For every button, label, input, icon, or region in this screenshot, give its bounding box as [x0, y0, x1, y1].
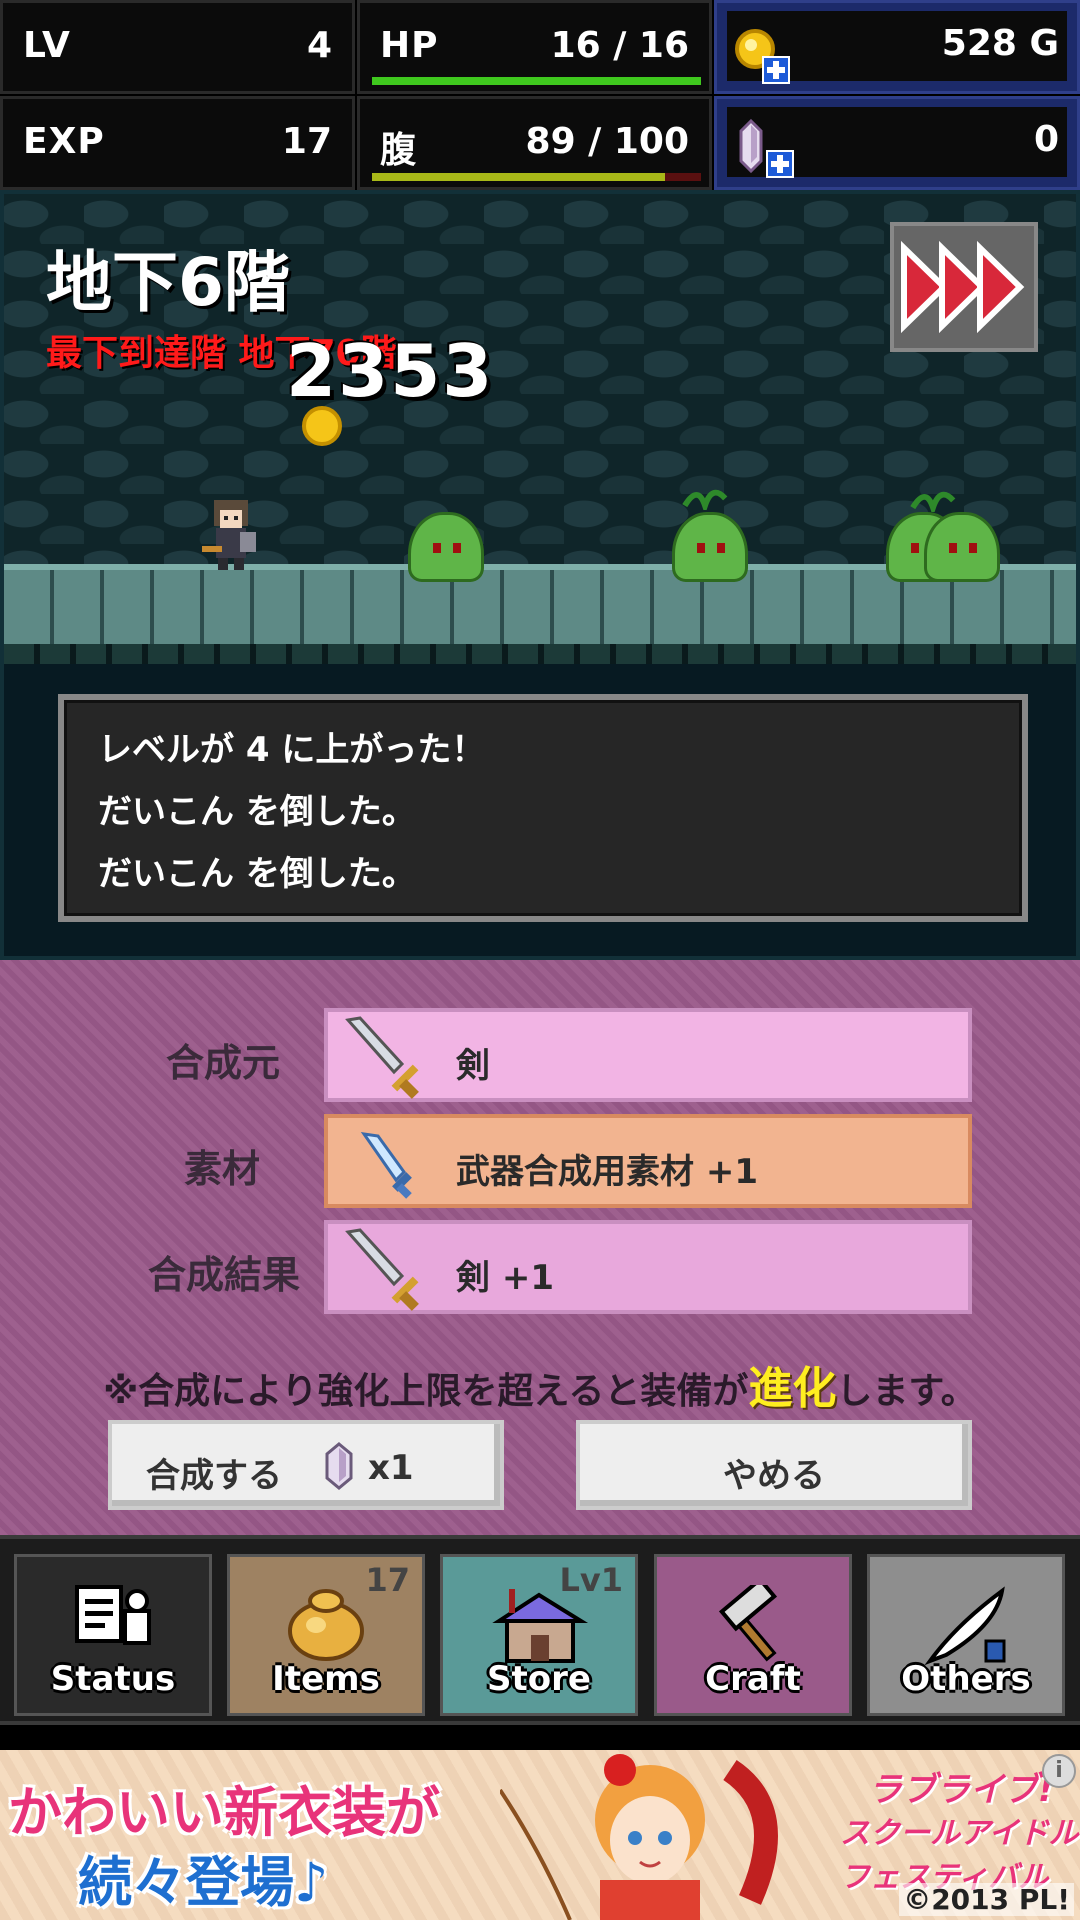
radish-enemy	[672, 512, 748, 582]
radish-leaf	[682, 489, 728, 510]
sword-icon	[345, 1228, 419, 1311]
dungeon-scene: 地下6階 最下到達階 地下70階 2353 レベルが 4 に上がった！ だいこん	[0, 190, 1080, 960]
hammer-icon	[718, 1585, 778, 1662]
hunger-bar	[372, 173, 701, 181]
material-label: 素材	[183, 1147, 260, 1191]
radish-enemy	[924, 512, 1000, 582]
lv-panel: LV 4	[0, 0, 355, 94]
ad-copyright: ©2013 PL!	[899, 1883, 1074, 1916]
tab-status[interactable]: Status	[14, 1554, 212, 1716]
result-item-name: 剣 +1	[456, 1258, 554, 1298]
base-item-slot[interactable]: 剣	[324, 1008, 972, 1102]
lv-label: LV	[23, 25, 71, 66]
craft-confirm-button[interactable]: 合成する x1	[108, 1420, 504, 1510]
house-icon	[492, 1589, 589, 1663]
tab-store-label: Store	[487, 1659, 591, 1699]
fast-forward-button[interactable]	[890, 222, 1038, 352]
tab-craft-label: Craft	[705, 1659, 801, 1699]
base-item-name: 剣	[456, 1046, 490, 1086]
confirm-cost: x1	[368, 1448, 414, 1488]
tab-others[interactable]: Others	[867, 1554, 1065, 1716]
hp-panel: HP 16 / 16	[357, 0, 712, 94]
tab-others-label: Others	[901, 1659, 1031, 1699]
tab-status-label: Status	[50, 1659, 176, 1699]
result-label: 合成結果	[147, 1253, 300, 1297]
quill-icon	[924, 1586, 1006, 1665]
hp-bar-fill	[372, 77, 701, 85]
evolution-highlight: 進化	[748, 1363, 837, 1414]
crystal-panel[interactable]: 0	[714, 96, 1080, 190]
bag-icon	[288, 1589, 364, 1661]
cancel-button[interactable]: やめる	[576, 1420, 972, 1510]
crystal-dagger-icon	[360, 1132, 412, 1199]
message-line: レベルが 4 に上がった！	[98, 730, 486, 770]
hp-label: HP	[380, 25, 439, 66]
ad-brand-title: ラブライブ!	[868, 1770, 1054, 1810]
bottom-nav: Status 17 Items Lv1 Store Craft Others	[0, 1535, 1080, 1725]
hunger-label: 腹	[380, 130, 418, 171]
tab-items-label: Items	[272, 1659, 380, 1699]
hp-bar	[372, 77, 701, 85]
hunger-bar-fill	[372, 173, 665, 181]
damage-number: 2353	[286, 329, 495, 413]
base-label: 合成元	[165, 1041, 280, 1085]
ad-banner[interactable]: かわいい新衣装が 続々登場♪ ラブライブ! スクールアイドルフェスティバル i …	[0, 1750, 1080, 1920]
ad-headline-2: 続々登場♪	[78, 1851, 329, 1914]
crystal-icon	[739, 118, 794, 178]
hunger-panel: 腹 89 / 100	[357, 96, 712, 190]
dropped-coin-icon	[302, 406, 342, 446]
tab-items[interactable]: 17 Items	[227, 1554, 425, 1716]
hp-value: 16 / 16	[550, 25, 689, 66]
exp-label: EXP	[23, 121, 105, 162]
exp-panel: EXP 17	[0, 96, 355, 190]
material-item-slot[interactable]: 武器合成用素材 +1	[324, 1114, 972, 1208]
fast-forward-icon	[901, 240, 1025, 334]
evolution-note: ※合成により強化上限を超えると装備が進化します。	[103, 1363, 977, 1414]
gold-value: 528 G	[941, 23, 1059, 64]
cancel-label: やめる	[723, 1456, 825, 1496]
crystal-value: 0	[1033, 119, 1059, 160]
material-item-name: 武器合成用素材 +1	[456, 1152, 758, 1192]
result-item-slot: 剣 +1	[324, 1220, 972, 1314]
crystal-icon	[325, 1442, 353, 1490]
hunger-value: 89 / 100	[525, 121, 689, 162]
ad-character-image	[500, 1754, 778, 1920]
exp-value: 17	[281, 121, 332, 162]
message-log: レベルが 4 に上がった！ だいこん を倒した。 だいこん を倒した。	[58, 694, 1028, 922]
radish-leaf	[910, 491, 956, 512]
ad-headline-1: かわいい新衣装が	[8, 1781, 440, 1844]
tab-craft[interactable]: Craft	[654, 1554, 852, 1716]
coin-icon	[735, 29, 790, 84]
lv-value: 4	[306, 25, 332, 66]
confirm-label: 合成する	[146, 1456, 282, 1496]
message-line: だいこん を倒した。	[98, 792, 416, 832]
gold-panel[interactable]: 528 G	[714, 0, 1080, 94]
info-icon[interactable]: i	[1042, 1754, 1076, 1788]
radish-enemy	[408, 512, 484, 582]
tab-store[interactable]: Lv1 Store	[440, 1554, 638, 1716]
sword-icon	[345, 1016, 419, 1099]
hero-sprite	[202, 500, 256, 570]
status-icon	[75, 1585, 151, 1645]
floor-name: 地下6階	[46, 244, 290, 321]
message-line: だいこん を倒した。	[98, 854, 416, 894]
